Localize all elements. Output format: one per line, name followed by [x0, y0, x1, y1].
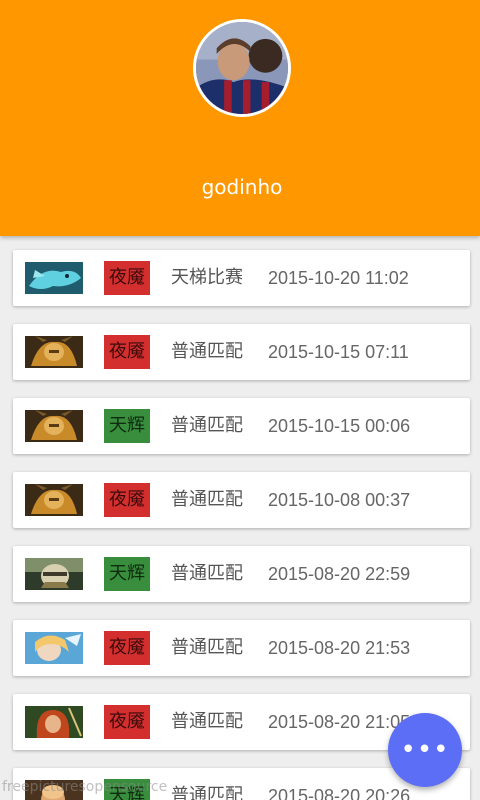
- game-mode: 天梯比赛: [171, 267, 243, 288]
- side-badge: 夜魇: [104, 335, 150, 369]
- side-badge: 天辉: [104, 409, 150, 443]
- match-card[interactable]: 天辉 普通匹配 2015-10-15 00:06: [13, 398, 470, 454]
- match-time: 2015-08-20 20:26: [268, 786, 411, 800]
- side-badge: 夜魇: [104, 631, 150, 665]
- match-time: 2015-10-20 11:02: [268, 268, 409, 288]
- match-time: 2015-08-20 21:53: [268, 638, 411, 658]
- match-card[interactable]: 夜魇 普通匹配 2015-08-20 21:53: [13, 620, 470, 676]
- golden-armored-hero-icon: [25, 484, 83, 516]
- game-mode: 普通匹配: [171, 785, 243, 800]
- user-avatar[interactable]: [193, 19, 291, 117]
- side-badge: 天辉: [104, 557, 150, 591]
- match-time: 2015-08-20 22:59: [268, 564, 411, 584]
- game-mode: 普通匹配: [171, 341, 243, 362]
- red-haired-archer-hero-icon: [25, 706, 83, 738]
- game-mode: 普通匹配: [171, 711, 243, 732]
- avatar-photo-icon: [196, 22, 288, 114]
- more-options-button[interactable]: •••: [388, 713, 462, 787]
- more-dots-icon: •••: [400, 735, 450, 765]
- match-card[interactable]: 夜魇 天梯比赛 2015-10-20 11:02: [13, 250, 470, 306]
- blue-dragon-hero-icon: [25, 262, 83, 294]
- side-badge: 夜魇: [104, 261, 150, 295]
- side-badge: 夜魇: [104, 483, 150, 517]
- match-time: 2015-08-20 21:05: [268, 712, 411, 732]
- watermark-text: freepicturesopensource: [2, 779, 168, 795]
- profile-header: godinho: [0, 0, 480, 236]
- golden-armored-hero-icon: [25, 336, 83, 368]
- helmeted-knight-hero-icon: [25, 558, 83, 590]
- golden-armored-hero-icon: [25, 410, 83, 442]
- match-time: 2015-10-15 07:11: [268, 342, 409, 362]
- game-mode: 普通匹配: [171, 415, 243, 436]
- match-time: 2015-10-08 00:37: [268, 490, 411, 510]
- game-mode: 普通匹配: [171, 563, 243, 584]
- game-mode: 普通匹配: [171, 637, 243, 658]
- game-mode: 普通匹配: [171, 489, 243, 510]
- match-card[interactable]: 夜魇 普通匹配 2015-10-08 00:37: [13, 472, 470, 528]
- match-time: 2015-10-15 00:06: [268, 416, 411, 436]
- side-badge: 夜魇: [104, 705, 150, 739]
- match-card[interactable]: 天辉 普通匹配 2015-08-20 22:59: [13, 546, 470, 602]
- match-card[interactable]: 夜魇 普通匹配 2015-10-15 07:11: [13, 324, 470, 380]
- username: godinho: [201, 175, 283, 199]
- frost-mage-hero-icon: [25, 632, 83, 664]
